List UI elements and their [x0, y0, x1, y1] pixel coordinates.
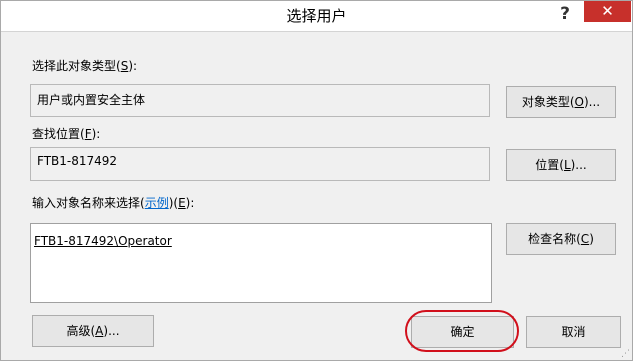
location-label: 查找位置(F):	[32, 127, 101, 141]
ok-button-highlight	[405, 310, 519, 352]
object-types-button[interactable]: 对象类型(O)...	[506, 86, 616, 118]
check-names-button[interactable]: 检查名称(C)	[506, 223, 616, 255]
locations-button[interactable]: 位置(L)...	[506, 149, 616, 181]
close-icon: ✕	[601, 2, 614, 20]
resize-grip-icon[interactable]: ⋰	[621, 349, 631, 359]
select-users-dialog: 选择用户 ? ✕ 选择此对象类型(S): 用户或内置安全主体 对象类型(O)..…	[0, 0, 633, 361]
object-name-entry: FTB1-817492\Operator	[34, 234, 172, 248]
object-names-label: 输入对象名称来选择(示例)(E):	[32, 196, 195, 210]
cancel-button[interactable]: 取消	[526, 316, 621, 348]
object-type-value: 用户或内置安全主体	[37, 93, 146, 107]
object-type-label: 选择此对象类型(S):	[32, 59, 138, 73]
help-button[interactable]: ?	[548, 3, 582, 27]
advanced-button[interactable]: 高级(A)...	[32, 315, 154, 347]
location-field: FTB1-817492	[30, 147, 490, 181]
close-button[interactable]: ✕	[584, 1, 631, 22]
location-value: FTB1-817492	[37, 154, 118, 168]
object-names-input[interactable]: FTB1-817492\Operator	[30, 223, 492, 303]
object-type-field: 用户或内置安全主体	[30, 84, 490, 117]
title-bar: 选择用户 ? ✕	[1, 1, 632, 32]
examples-link[interactable]: 示例	[145, 196, 169, 210]
dialog-title: 选择用户	[286, 7, 347, 25]
